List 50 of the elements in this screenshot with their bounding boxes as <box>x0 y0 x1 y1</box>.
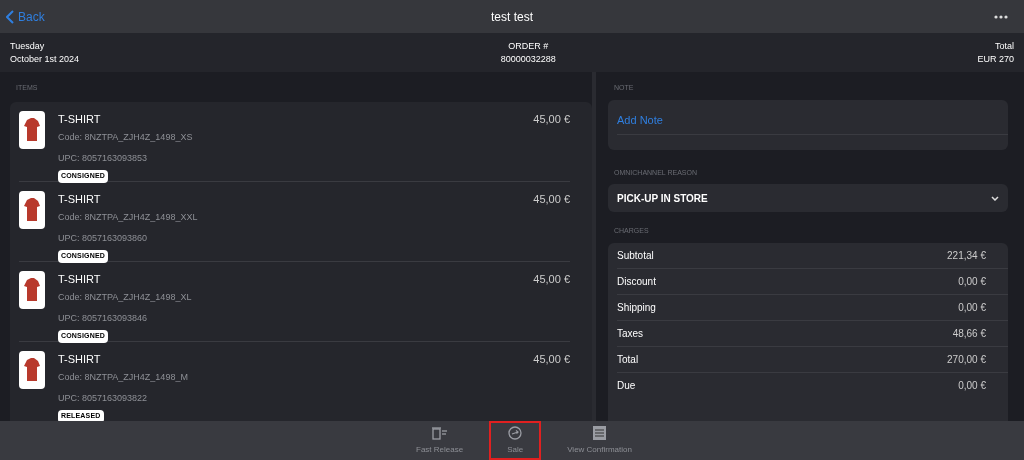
page-title: test test <box>491 8 533 26</box>
more-icon[interactable] <box>994 14 1008 19</box>
toolbar-tab[interactable]: Sale <box>489 421 542 460</box>
document-icon <box>593 425 607 440</box>
item-code: Code: 8NZTPA_ZJH4Z_1498_XL <box>58 291 193 304</box>
charge-label: Subtotal <box>617 248 654 263</box>
charge-value: 270,00 € <box>947 352 986 367</box>
item-upc: UPC: 8057163093822 <box>58 391 149 405</box>
charge-value: 0,00 € <box>958 274 986 289</box>
charge-value: 48,66 € <box>952 326 986 341</box>
tshirt-thumbnail <box>19 350 45 389</box>
chevron-down-icon <box>991 195 999 201</box>
chevron-left-icon <box>6 9 14 24</box>
charge-label: Total <box>617 352 639 367</box>
item-name: T-SHIRT <box>58 351 101 367</box>
item-name: T-SHIRT <box>58 111 101 127</box>
item-price: 45,00 € <box>533 191 570 207</box>
order-date: October 1st 2024 <box>10 52 80 66</box>
order-number: 80000032288 <box>500 52 556 66</box>
item-upc: UPC: 8057163093853 <box>58 151 149 165</box>
tshirt-thumbnail <box>19 270 45 309</box>
tshirt-thumbnail <box>19 190 45 229</box>
total-value: EUR 270 <box>977 52 1014 66</box>
charge-label: Taxes <box>617 326 644 341</box>
charge-label: Due <box>617 379 636 393</box>
tshirt-thumbnail <box>19 110 45 149</box>
charge-value: 0,00 € <box>958 300 986 315</box>
item-price: 45,00 € <box>533 351 570 367</box>
item-name: T-SHIRT <box>58 271 101 287</box>
charge-label: Discount <box>617 274 656 289</box>
order-day: Tuesday <box>10 39 80 53</box>
total-label: Total <box>994 39 1014 53</box>
note-field[interactable]: Add Note <box>608 99 1008 150</box>
charge-label: Shipping <box>617 300 656 315</box>
item-upc: UPC: 8057163093846 <box>58 311 149 325</box>
item-code: Code: 8NZTPA_ZJH4Z_1498_XS <box>58 131 194 144</box>
item-upc: UPC: 8057163093860 <box>58 231 149 245</box>
charge-value: 0,00 € <box>958 379 986 393</box>
exchange-circle-icon <box>508 425 523 440</box>
order-label: ORDER # <box>508 39 549 53</box>
toolbar-tab[interactable]: Fast Release <box>410 421 470 460</box>
item-code: Code: 8NZTPA_ZJH4Z_1498_M <box>58 371 189 384</box>
item-price: 45,00 € <box>533 271 570 287</box>
back-button[interactable]: Back <box>6 7 45 26</box>
reason-dropdown[interactable]: PICK-UP IN STORE <box>608 184 1008 212</box>
toolbar-tab[interactable]: View Confirmation <box>561 421 638 460</box>
item-code: Code: 8NZTPA_ZJH4Z_1498_XXL <box>58 211 199 224</box>
charge-value: 221,34 € <box>947 248 986 263</box>
item-name: T-SHIRT <box>58 191 101 207</box>
item-price: 45,00 € <box>533 111 570 127</box>
